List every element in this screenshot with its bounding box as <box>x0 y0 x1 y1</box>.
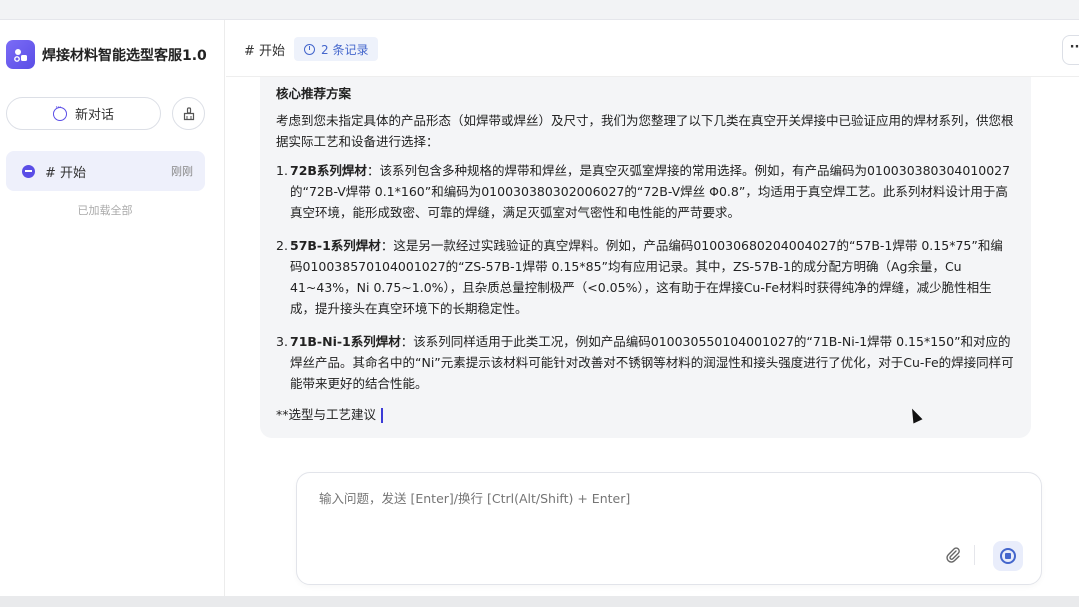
list-item: 2. 57B-1系列焊材：这是另一款经过实践验证的真空焊料。例如，产品编码010… <box>276 235 1015 319</box>
sidebar: 焊接材料智能选型客服1.0 新对话 # 开始 刚刚 已加载全部 <box>0 20 225 607</box>
window-bottom-bar <box>0 596 1079 607</box>
list-item: 1. 72B系列焊材：该系列包含多种规格的焊带和焊丝，是真空灭弧室焊接的常用选择… <box>276 160 1015 223</box>
product-series-name: 72B系列焊材 <box>290 163 367 178</box>
input-divider <box>974 545 975 565</box>
paperclip-icon <box>946 547 960 563</box>
message-intro: 考虑到您未指定具体的产品形态（如焊带或焊丝）及尺寸，我们为您整理了以下几类在真空… <box>276 113 1014 149</box>
records-button[interactable]: 2 条记录 <box>294 37 379 61</box>
new-chat-button[interactable]: 新对话 <box>6 97 161 130</box>
chat-main: # 开始 2 条记录 ··· 核心推荐方案 考虑到您未指定具体的产品形态（如焊带… <box>226 20 1079 607</box>
product-series-name: 71B-Ni-1系列焊材 <box>290 334 401 349</box>
window-top-bar <box>0 0 1079 20</box>
records-label: 2 条记录 <box>321 42 369 57</box>
more-options-button[interactable]: ··· <box>1062 35 1079 65</box>
conversation-icon <box>22 164 35 178</box>
conversation-item[interactable]: # 开始 刚刚 <box>6 151 205 191</box>
chat-input-box <box>296 472 1042 585</box>
list-item-text: 57B-1系列焊材：这是另一款经过实践验证的真空焊料。例如，产品编码010030… <box>290 235 1015 319</box>
message-tail: **选型与工艺建议 <box>276 404 1015 425</box>
list-number: 3. <box>276 334 288 349</box>
attach-button[interactable] <box>941 543 965 567</box>
product-series-name: 57B-1系列焊材 <box>290 238 381 253</box>
product-series-desc: ：这是另一款经过实践验证的真空焊料。例如，产品编码010030680204004… <box>290 238 1003 316</box>
brand: 焊接材料智能选型客服1.0 <box>6 40 207 69</box>
conversation-label: # 开始 <box>45 165 87 181</box>
chat-header: # 开始 2 条记录 ··· <box>226 20 1079 77</box>
typing-cursor <box>381 408 384 423</box>
list-number: 1. <box>276 163 288 178</box>
stop-icon <box>1000 548 1016 564</box>
stop-generation-button[interactable] <box>993 541 1023 571</box>
clear-history-button[interactable] <box>172 97 205 130</box>
list-item-text: 71B-Ni-1系列焊材：该系列同样适用于此类工况，例如产品编码01003055… <box>290 331 1015 394</box>
recommendation-list: 1. 72B系列焊材：该系列包含多种规格的焊带和焊丝，是真空灭弧室焊接的常用选择… <box>276 160 1015 394</box>
list-item-text: 72B系列焊材：该系列包含多种规格的焊带和焊丝，是真空灭弧室焊接的常用选择。例如… <box>290 160 1015 223</box>
loaded-all-text: 已加载全部 <box>77 204 133 217</box>
message-tail-text: **选型与工艺建议 <box>276 407 377 422</box>
list-item: 3. 71B-Ni-1系列焊材：该系列同样适用于此类工况，例如产品编码01003… <box>276 331 1015 394</box>
message-heading: 核心推荐方案 <box>276 86 352 101</box>
assistant-message: 核心推荐方案 考虑到您未指定具体的产品形态（如焊带或焊丝）及尺寸，我们为您整理了… <box>260 77 1031 438</box>
broom-icon <box>183 106 194 120</box>
list-number: 2. <box>276 238 288 253</box>
robot-logo-icon <box>6 40 35 69</box>
new-chat-label: 新对话 <box>74 108 114 123</box>
conversation-time: 刚刚 <box>171 165 193 178</box>
app-title: 焊接材料智能选型客服1.0 <box>42 47 207 64</box>
conversation-title: # 开始 <box>244 44 286 59</box>
product-series-desc: ：该系列包含多种规格的焊带和焊丝，是真空灭弧室焊接的常用选择。例如，有产品编码为… <box>290 163 1011 220</box>
clock-icon <box>304 43 315 55</box>
chat-bubble-icon <box>52 103 67 121</box>
message-input[interactable] <box>319 491 1019 506</box>
